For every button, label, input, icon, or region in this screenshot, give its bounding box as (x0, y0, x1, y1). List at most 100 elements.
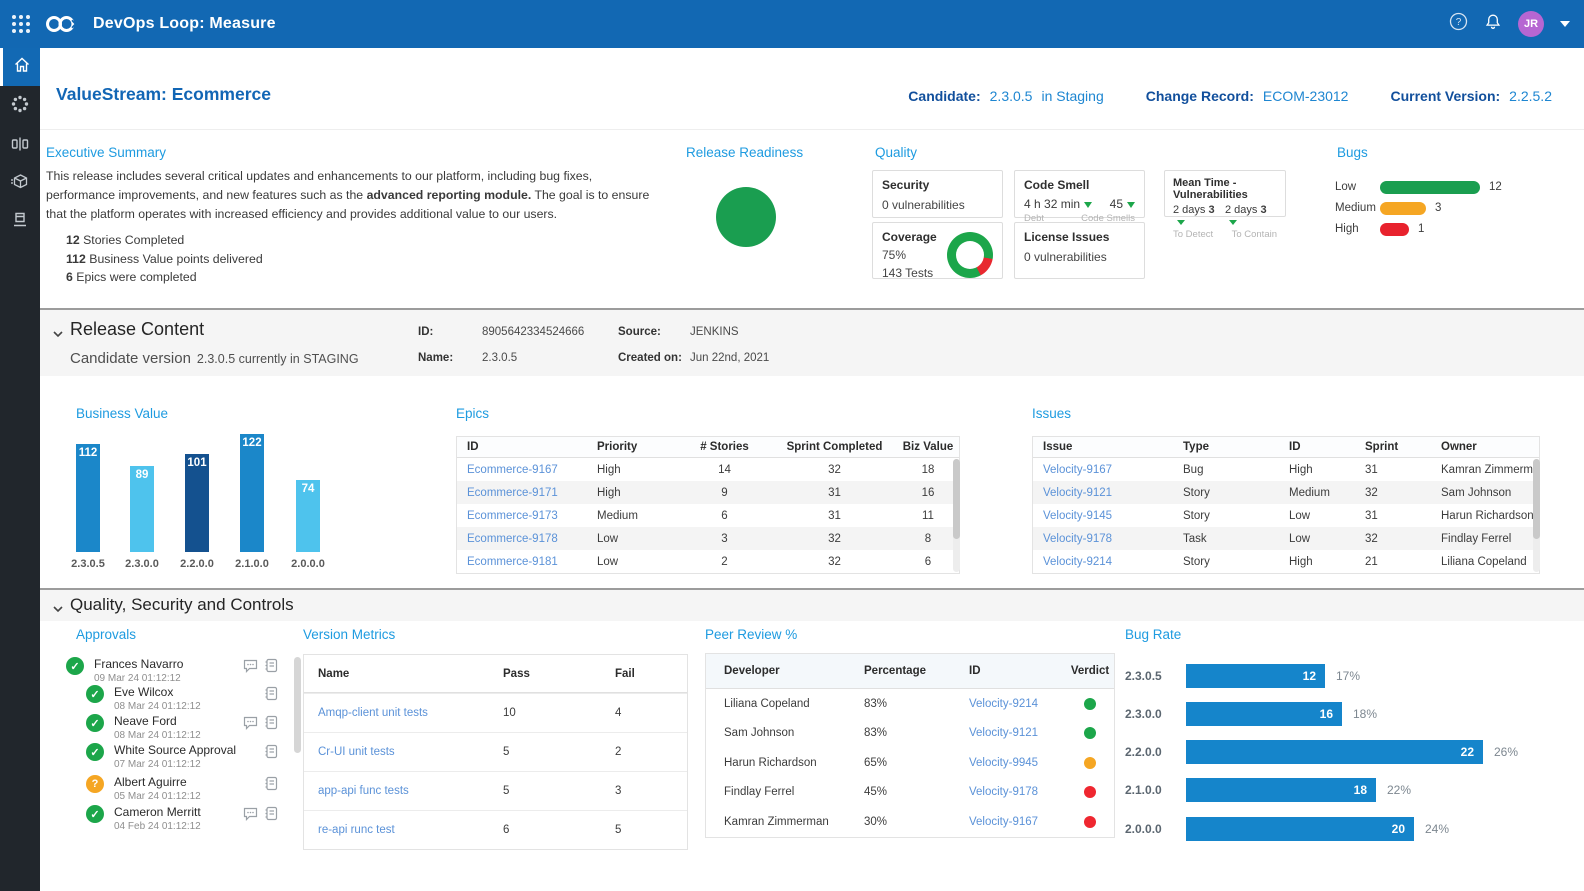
notes-icon[interactable] (264, 686, 278, 706)
license-issues-value: 0 vulnerabilities (1024, 250, 1135, 264)
epic-id-link[interactable]: Ecommerce-9178 (467, 533, 558, 545)
epic-id-link[interactable]: Ecommerce-9173 (467, 510, 558, 522)
column-header: Type (1173, 441, 1279, 453)
epic-bizvalue-cell: 8 (897, 533, 959, 545)
sidebar-item-home[interactable] (0, 48, 40, 86)
svg-text:?: ? (1456, 17, 1462, 28)
test-name-link[interactable]: app-api func tests (318, 785, 409, 797)
user-menu-caret-icon[interactable] (1560, 21, 1570, 27)
sidebar-item-environments[interactable] (0, 203, 40, 241)
epic-id-link[interactable]: Ecommerce-9167 (467, 464, 558, 476)
epics-table-scrollbar[interactable] (953, 459, 960, 572)
bug-rate-percent: 22% (1387, 783, 1411, 797)
developer-cell: Liliana Copeland (706, 698, 846, 710)
approval-item: ✓Frances Navarro09 Mar 24 01:12:12 (66, 657, 183, 684)
notes-icon[interactable] (264, 715, 278, 735)
app-launcher-icon[interactable] (12, 15, 30, 33)
approved-check-icon: ✓ (86, 685, 104, 703)
approval-item: ✓ Neave Ford08 Mar 24 01:12:12 (86, 714, 201, 741)
sidebar-item-compare[interactable] (0, 127, 40, 165)
issue-type-cell: Task (1173, 533, 1279, 545)
bug-rate-bar: 18 (1186, 778, 1376, 802)
mean-time-card-title: Mean Time - Vulnerabilities (1173, 177, 1277, 201)
pass-count-cell: 10 (500, 707, 612, 719)
notes-icon[interactable] (264, 806, 278, 826)
bug-severity-label: Low (1335, 181, 1380, 193)
review-id-link[interactable]: Velocity-9178 (969, 786, 1038, 798)
comment-icon[interactable] (243, 716, 258, 735)
issue-id-link[interactable]: Velocity-9121 (1043, 487, 1112, 499)
approval-timestamp: 07 Mar 24 01:12:12 (114, 759, 236, 770)
column-header: ID (951, 665, 1066, 677)
table-row: Cr-UI unit tests52 (304, 732, 687, 771)
quality-title: Quality (875, 145, 917, 160)
comment-icon[interactable] (243, 659, 258, 678)
bug-rate-version-label: 2.2.0.0 (1125, 745, 1186, 759)
release-content-title: Release Content (70, 319, 204, 340)
help-icon[interactable]: ? (1449, 12, 1468, 36)
release-readiness-indicator (716, 187, 776, 247)
epic-bizvalue-cell: 11 (897, 510, 959, 522)
notifications-bell-icon[interactable] (1484, 13, 1502, 36)
approved-check-icon: ✓ (86, 714, 104, 732)
rc-id-value: 8905642334524666 (482, 326, 584, 338)
issue-id-link[interactable]: Velocity-9145 (1043, 510, 1112, 522)
issue-owner-cell: Liliana Copeland (1431, 556, 1539, 568)
sidebar (0, 48, 40, 891)
approver-name: Neave Ford (114, 714, 201, 728)
review-id-link[interactable]: Velocity-9167 (969, 816, 1038, 828)
verdict-dot (1084, 816, 1096, 828)
current-version-value[interactable]: 2.2.5.2 (1509, 88, 1552, 104)
epic-id-link[interactable]: Ecommerce-9181 (467, 556, 558, 568)
test-name-link[interactable]: Amqp-client unit tests (318, 707, 428, 719)
verdict-cell (1066, 727, 1114, 739)
approval-text: Neave Ford08 Mar 24 01:12:12 (114, 714, 201, 741)
user-avatar[interactable]: JR (1518, 11, 1544, 37)
notes-icon[interactable] (264, 658, 278, 678)
epic-id-cell: Ecommerce-9178 (457, 533, 587, 545)
issue-owner-cell: Findlay Ferrel (1431, 533, 1539, 545)
review-id-link[interactable]: Velocity-9945 (969, 757, 1038, 769)
review-id-link[interactable]: Velocity-9121 (969, 727, 1038, 739)
collapse-chevron-icon[interactable] (52, 325, 64, 343)
approver-name: Frances Navarro (94, 657, 183, 671)
issue-priority-cell: High (1279, 556, 1355, 568)
table-row: Amqp-client unit tests104 (304, 693, 687, 732)
comment-icon[interactable] (243, 807, 258, 826)
notes-icon[interactable] (264, 744, 278, 764)
bug-rate-row: 2.1.0.01822% (1125, 778, 1411, 802)
sidebar-item-workflows[interactable] (0, 87, 40, 125)
collapse-chevron-icon[interactable] (52, 600, 64, 618)
table-row: Velocity-9167BugHigh31Kamran Zimmerman (1033, 458, 1539, 481)
coverage-percent: 75% (882, 248, 937, 262)
fail-count-cell: 2 (612, 746, 687, 758)
issue-id-link[interactable]: Velocity-9167 (1043, 464, 1112, 476)
review-id-cell: Velocity-9945 (951, 757, 1066, 769)
code-smell-card-title: Code Smell (1024, 178, 1135, 192)
bug-bar (1380, 181, 1480, 194)
column-header: Priority (587, 441, 677, 453)
table-row: Velocity-9214StoryHigh21Liliana Copeland (1033, 550, 1539, 573)
issue-id-link[interactable]: Velocity-9214 (1043, 556, 1112, 568)
approvals-scrollbar[interactable] (294, 657, 301, 769)
bug-rate-percent: 17% (1336, 669, 1360, 683)
issues-table-scrollbar[interactable] (1533, 459, 1540, 572)
candidate-version[interactable]: 2.3.0.5 (990, 88, 1033, 104)
table-row: Harun Richardson65%Velocity-9945 (706, 748, 1114, 778)
sidebar-item-releases[interactable] (0, 165, 40, 203)
epic-id-link[interactable]: Ecommerce-9171 (467, 487, 558, 499)
release-readiness-title: Release Readiness (686, 145, 803, 160)
approved-check-icon: ✓ (86, 805, 104, 823)
approver-name: White Source Approval (114, 743, 236, 757)
column-header: Fail (612, 668, 687, 680)
test-name-link[interactable]: Cr-UI unit tests (318, 746, 395, 758)
epic-stories-cell: 2 (677, 556, 772, 568)
business-value-chart: 1122.3.0.5892.3.0.01012.2.0.01222.1.0.07… (76, 434, 396, 552)
bug-rate-version-label: 2.0.0.0 (1125, 822, 1186, 836)
bug-severity-label: High (1335, 223, 1380, 235)
issue-id-link[interactable]: Velocity-9178 (1043, 533, 1112, 545)
review-id-link[interactable]: Velocity-9214 (969, 698, 1038, 710)
test-name-link[interactable]: re-api runc test (318, 824, 395, 836)
change-record-value[interactable]: ECOM-23012 (1263, 88, 1349, 104)
notes-icon[interactable] (264, 776, 278, 796)
